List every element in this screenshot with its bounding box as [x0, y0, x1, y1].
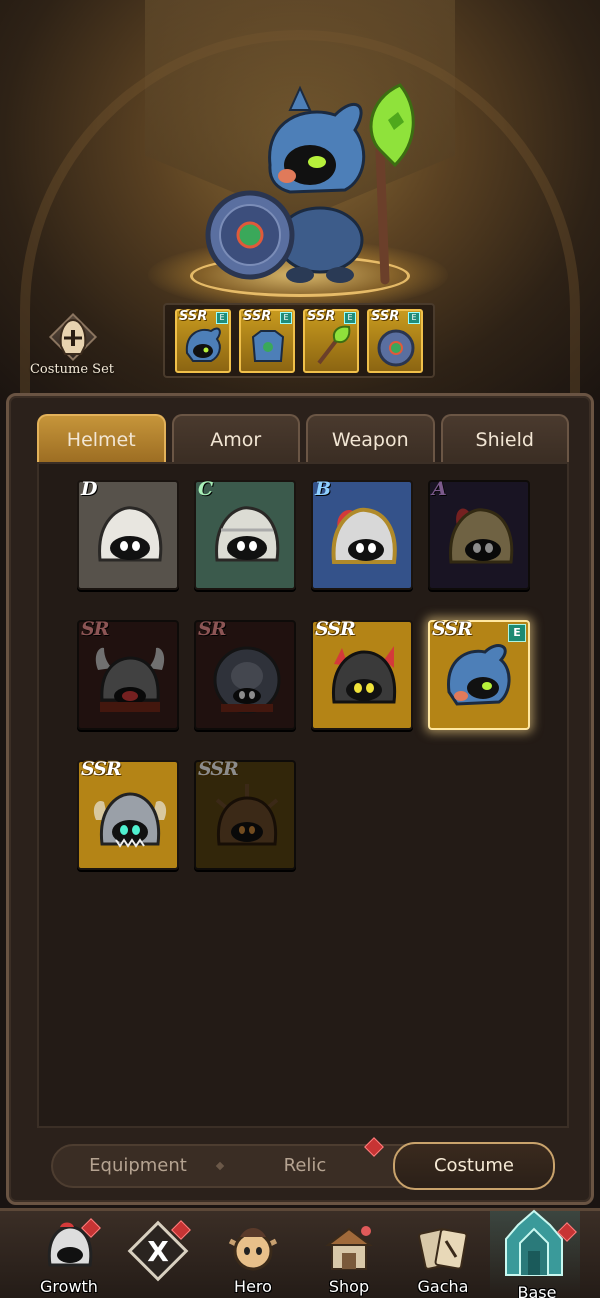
helmet-item-grid: D C B A SR SR SSR SSR E SSR SSR	[77, 478, 530, 870]
equipped-badge: E	[344, 312, 356, 324]
rank-label: D	[81, 478, 98, 500]
rank-label: SSR	[179, 309, 208, 324]
nav-label: Shop	[328, 1277, 370, 1296]
axe-icon	[317, 325, 351, 365]
mode-costume[interactable]: Costume	[393, 1142, 555, 1190]
nav-growth[interactable]: Growth	[22, 1211, 112, 1298]
blue-dragon-helmet-icon	[447, 644, 511, 706]
helmet-item-d[interactable]: D	[77, 478, 179, 590]
nav-label: Base	[517, 1283, 557, 1298]
rank-label: SSR	[315, 618, 356, 640]
rank-label: SR	[198, 618, 226, 640]
inventory-mode-switch: Equipment Relic Costume	[51, 1137, 555, 1190]
rank-label: SSR	[432, 618, 473, 640]
knight-helmet-icon	[98, 506, 163, 562]
equipped-slot-helmet[interactable]: SSR E	[175, 309, 231, 373]
equipped-slot-shield[interactable]: SSR E	[367, 309, 423, 373]
tab-shield[interactable]: Shield	[440, 414, 569, 464]
rank-label: SSR	[371, 309, 400, 324]
costume-set-label: Costume Set	[29, 362, 115, 377]
tab-helmet[interactable]: Helmet	[37, 414, 166, 464]
nav-shop[interactable]: Shop	[302, 1211, 392, 1298]
armor-icon	[251, 330, 285, 362]
equipped-badge: E	[508, 624, 526, 642]
equipped-badge: E	[216, 312, 228, 324]
knight-helmet-icon	[215, 506, 280, 562]
bottom-navigation: Growth X Hero Shop Gacha Base	[0, 1208, 600, 1298]
nav-gacha[interactable]: Gacha	[396, 1211, 486, 1298]
equipped-slot-armor[interactable]: SSR E	[239, 309, 295, 373]
item-grid-area: D C B A SR SR SSR SSR E SSR SSR	[37, 462, 569, 1128]
plumed-helmet-icon	[331, 507, 397, 564]
equipped-badge: E	[280, 312, 292, 324]
nav-label: Hero	[234, 1277, 272, 1296]
helmet-item-ssr-skull[interactable]: SSR	[77, 758, 179, 870]
costume-inventory-panel: Helmet Amor Weapon Shield D C B A SR SR …	[6, 393, 594, 1205]
nav-hero[interactable]: Hero	[206, 1211, 296, 1298]
cards-icon	[418, 1228, 468, 1270]
rank-label: SSR	[81, 758, 122, 780]
rank-label: SSR	[243, 309, 272, 324]
divider-dot	[215, 1161, 225, 1171]
helmet-icon	[59, 318, 87, 355]
x-glyph: X	[147, 1235, 169, 1268]
helmet-item-sr-viking[interactable]: SR	[77, 618, 179, 730]
helmet-item-b[interactable]: B	[311, 478, 413, 590]
castle-icon	[505, 1209, 563, 1276]
helmet-item-a[interactable]: A	[428, 478, 530, 590]
tab-amor[interactable]: Amor	[171, 414, 300, 464]
spiked-helmet-icon	[332, 646, 397, 704]
hero-character-figure[interactable]	[195, 80, 455, 295]
gold-helmet-icon	[449, 508, 514, 564]
nav-battle[interactable]: X	[112, 1211, 202, 1298]
shop-icon	[325, 1226, 373, 1270]
nav-base[interactable]: Base	[490, 1209, 580, 1298]
rank-label: SSR	[198, 758, 239, 780]
mode-relic[interactable]: Relic	[225, 1146, 385, 1186]
rank-label: A	[432, 478, 447, 500]
rank-label: B	[315, 478, 331, 500]
helmet-icon	[185, 327, 221, 362]
horned-helmet-icon	[95, 647, 165, 712]
rank-label: C	[198, 478, 213, 500]
lion-helmet-icon	[213, 646, 281, 714]
equipped-slot-weapon[interactable]: SSR E	[303, 309, 359, 373]
helmet-item-c[interactable]: C	[194, 478, 296, 590]
category-tabs: Helmet Amor Weapon Shield	[37, 414, 569, 464]
tree-helmet-icon	[215, 784, 279, 846]
helmet-item-sr-lion[interactable]: SR	[194, 618, 296, 730]
rank-label: SSR	[307, 309, 336, 324]
nav-label: Gacha	[417, 1277, 469, 1296]
skull-helmet-icon	[93, 792, 167, 848]
helmet-item-ssr-dragon[interactable]: SSR	[311, 618, 413, 730]
shield-icon	[377, 329, 415, 367]
costume-set-button[interactable]: Costume Set	[26, 312, 118, 382]
helmet-item-ssr-blue-equipped[interactable]: SSR E	[428, 618, 530, 730]
helmet-item-ssr-tree[interactable]: SSR	[194, 758, 296, 870]
equipped-costume-bar: SSR E SSR E SSR E SSR E	[163, 303, 435, 378]
hero-stage: Costume Set SSR E SSR E SSR E SSR E	[0, 0, 600, 400]
nav-label: Growth	[40, 1277, 98, 1296]
mode-equipment[interactable]: Equipment	[63, 1146, 213, 1186]
rank-label: SR	[81, 618, 109, 640]
equipped-badge: E	[408, 312, 420, 324]
tab-weapon[interactable]: Weapon	[306, 414, 435, 464]
hero-icon	[228, 1228, 278, 1271]
